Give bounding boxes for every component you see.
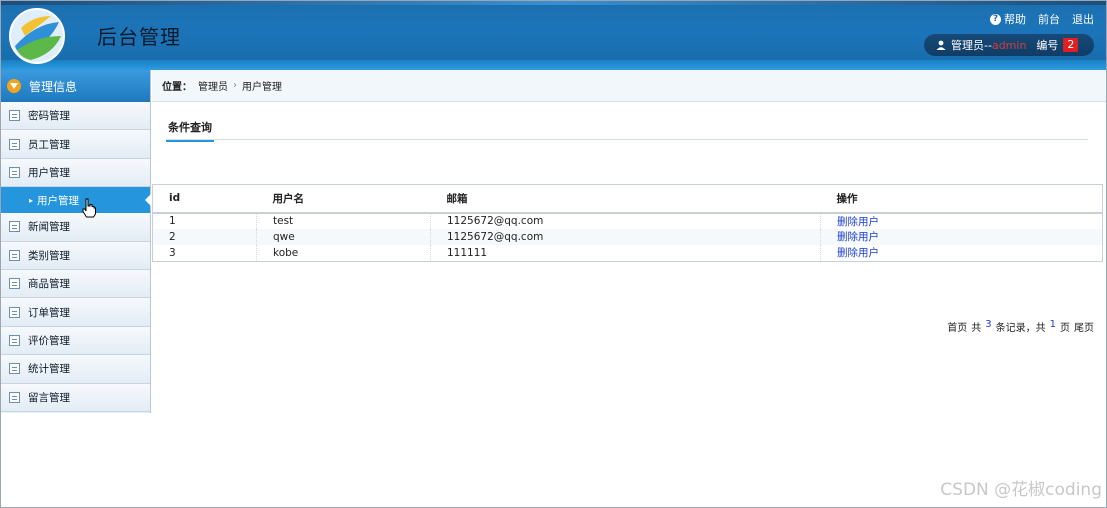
tab-query[interactable]: 条件查询 [166,115,214,142]
table-row: 3 kobe 111111 删除用户 [152,245,1103,262]
table-row: 1 test 1125672@qq.com 删除用户 [152,212,1103,229]
logout-link[interactable]: 退出 [1072,11,1094,27]
sidebar-subitem-users[interactable]: ▸ 用户管理 [1,187,151,214]
pager-total-count: 3 [985,319,992,330]
logo-icon [9,8,65,64]
sidebar-item-goods[interactable]: 商品管理 [1,269,150,299]
sidebar-item-news[interactable]: 新闻管理 [1,213,150,242]
column-header-email: 邮箱 [430,184,821,214]
user-number-label: 编号 [1036,39,1059,52]
sidebar-item-orders[interactable]: 订单管理 [1,298,150,327]
list-icon [9,110,20,122]
sidebar-item-reviews[interactable]: 评价管理 [1,326,150,356]
cell-email: 1125672@qq.com [430,228,821,246]
sidebar-item-label: 员工管理 [28,138,70,151]
users-table: id 用户名 邮箱 操作 1 test 1125672@qq.com 删除用户 … [152,184,1103,262]
pager-page-count: 1 [1049,319,1056,330]
table-row: 2 qwe 1125672@qq.com 删除用户 [152,228,1103,246]
list-icon [9,306,20,318]
sidebar: 管理信息 密码管理 员工管理 用户管理 ▸ 用户管理 新闻管理 类别管理 商品管… [1,70,151,507]
app-window: 后台管理 ? 帮助 前台 退出 管理员-- admin 编号 2 管理信息 密码… [0,0,1107,508]
column-header-actions: 操作 [820,184,1103,214]
pager-total-prefix: 共 [971,323,982,334]
sidebar-item-label: 类别管理 [28,249,70,262]
delete-user-link[interactable]: 删除用户 [820,245,1103,262]
column-header-username: 用户名 [256,184,431,214]
user-name: admin [991,38,1027,52]
cell-username: test [256,212,431,229]
cell-email: 1125672@qq.com [430,212,821,229]
last-page-link[interactable]: 尾页 [1074,319,1094,334]
list-icon [9,334,20,346]
breadcrumb-item-admin[interactable]: 管理员 [198,78,228,93]
front-link[interactable]: 前台 [1038,11,1060,27]
cell-username: kobe [256,245,431,262]
cell-id: 3 [152,245,257,262]
header-band [1,60,1106,70]
list-icon [9,278,20,290]
user-info: 管理员-- admin 编号 2 [924,34,1094,56]
list-icon [9,166,20,178]
sidebar-item-messages[interactable]: 留言管理 [1,383,150,412]
help-icon: ? [990,13,1001,25]
sidebar-item-label: 用户管理 [28,166,70,179]
user-role: 管理员-- [951,39,992,52]
list-icon [9,391,20,403]
top-header: 后台管理 ? 帮助 前台 退出 管理员-- admin 编号 2 [1,1,1106,70]
sidebar-item-label: 密码管理 [28,110,70,123]
help-link[interactable]: ? 帮助 [990,11,1026,27]
cell-username: qwe [256,228,431,246]
sidebar-item-label: 订单管理 [28,306,70,319]
delete-user-link[interactable]: 删除用户 [820,212,1103,229]
sidebar-item-stats[interactable]: 统计管理 [1,355,150,384]
list-icon [9,363,20,375]
sidebar-item-label: 统计管理 [28,363,70,376]
sidebar-item-category[interactable]: 类别管理 [1,241,150,270]
sidebar-empty-area [1,413,151,507]
pagination: 首页 共 3 条记录，共 1 页 尾页 [947,319,1094,334]
breadcrumb-item-users[interactable]: 用户管理 [242,78,282,93]
help-label: 帮助 [1004,13,1026,26]
pager-pages-suffix: 页 [1060,323,1070,334]
column-header-id: id [152,184,257,214]
query-tabbar: 条件查询 [166,115,1088,142]
hand-cursor-icon [82,198,96,218]
sidebar-item-password[interactable]: 密码管理 [1,102,150,131]
active-notch [145,194,151,207]
first-page-link[interactable]: 首页 [947,319,967,334]
pager-records-suffix: 条记录，共 [995,323,1046,334]
sidebar-header-label: 管理信息 [29,79,78,94]
watermark: CSDN @花椒coding [940,480,1102,500]
sidebar-header[interactable]: 管理信息 [1,70,150,102]
chevron-down-icon [7,79,21,93]
top-links: ? 帮助 前台 退出 [990,11,1094,27]
breadcrumb-separator-icon: › [233,80,237,91]
list-icon [9,138,20,150]
sidebar-item-label: 新闻管理 [28,221,70,234]
cell-email: 111111 [430,245,821,262]
cell-id: 1 [152,212,257,229]
list-icon [9,221,20,233]
sidebar-item-users[interactable]: 用户管理 [1,158,150,188]
cell-id: 2 [152,228,257,246]
delete-user-link[interactable]: 删除用户 [820,228,1103,246]
user-number-badge: 2 [1063,38,1079,52]
sidebar-item-staff[interactable]: 员工管理 [1,130,150,159]
sidebar-item-label: 留言管理 [28,391,70,404]
list-icon [9,249,20,261]
caret-right-icon: ▸ [29,195,34,205]
sidebar-subitem-label: 用户管理 [37,194,80,207]
app-title: 后台管理 [97,25,181,49]
table-header-row: id 用户名 邮箱 操作 [152,184,1103,214]
user-icon [936,40,946,50]
main-panel: 位置： 管理员 › 用户管理 条件查询 id 用户名 邮箱 操作 1 test [152,70,1106,507]
breadcrumb-label: 位置： [162,82,192,93]
sidebar-item-label: 评价管理 [28,334,70,347]
sidebar-item-label: 商品管理 [28,278,70,291]
breadcrumb: 位置： 管理员 › 用户管理 [152,70,1106,102]
